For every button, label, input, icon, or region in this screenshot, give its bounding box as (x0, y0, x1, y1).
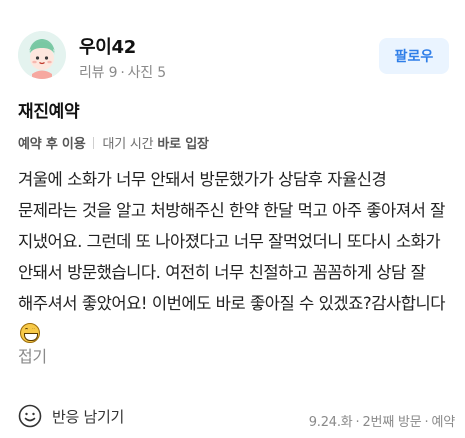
review-body[interactable]: 겨울에 소화가 너무 안돼서 방문했가가 상담후 자율신경 문제라는 것을 알고… (18, 164, 450, 350)
review-text: 겨울에 소화가 너무 안돼서 방문했가가 상담후 자율신경 문제라는 것을 알고… (18, 170, 446, 313)
avatar-character-icon (18, 31, 66, 79)
grinning-face-icon (20, 323, 40, 343)
follow-button[interactable]: 팔로우 (379, 38, 449, 74)
reservation-label: 예약 후 이용 (18, 137, 86, 152)
visit-type: 예약 (431, 415, 455, 430)
photo-count: 사진 5 (127, 65, 167, 81)
visit-info: 9.24.화 · 2번째 방문 · 예약 (309, 411, 455, 430)
smiley-outline-icon (18, 404, 42, 428)
reviewer-header: 우이42 리뷰 9 · 사진 5 팔로우 (18, 31, 449, 81)
dot-separator: · (424, 415, 429, 430)
divider (93, 136, 95, 149)
user-stats: 리뷰 9 · 사진 5 (79, 62, 166, 82)
avatar[interactable] (18, 31, 66, 79)
fold-button[interactable]: 접기 (18, 343, 47, 367)
wait-label: 대기 시간 (102, 137, 154, 152)
dot-separator: · (120, 65, 125, 81)
user-name[interactable]: 우이42 (79, 33, 136, 59)
review-count: 리뷰 9 (79, 65, 118, 81)
react-label: 반응 남기기 (52, 407, 124, 426)
visit-date: 9.24.화 (308, 415, 353, 430)
dot-separator: · (355, 415, 360, 430)
review-title: 재진예약 (18, 102, 80, 122)
visit-count: 2번째 방문 (362, 415, 422, 430)
visit-meta: 예약 후 이용 대기 시간 바로 입장 (18, 133, 209, 152)
wait-value: 바로 입장 (157, 137, 209, 152)
react-button[interactable]: 반응 남기기 (18, 404, 124, 428)
